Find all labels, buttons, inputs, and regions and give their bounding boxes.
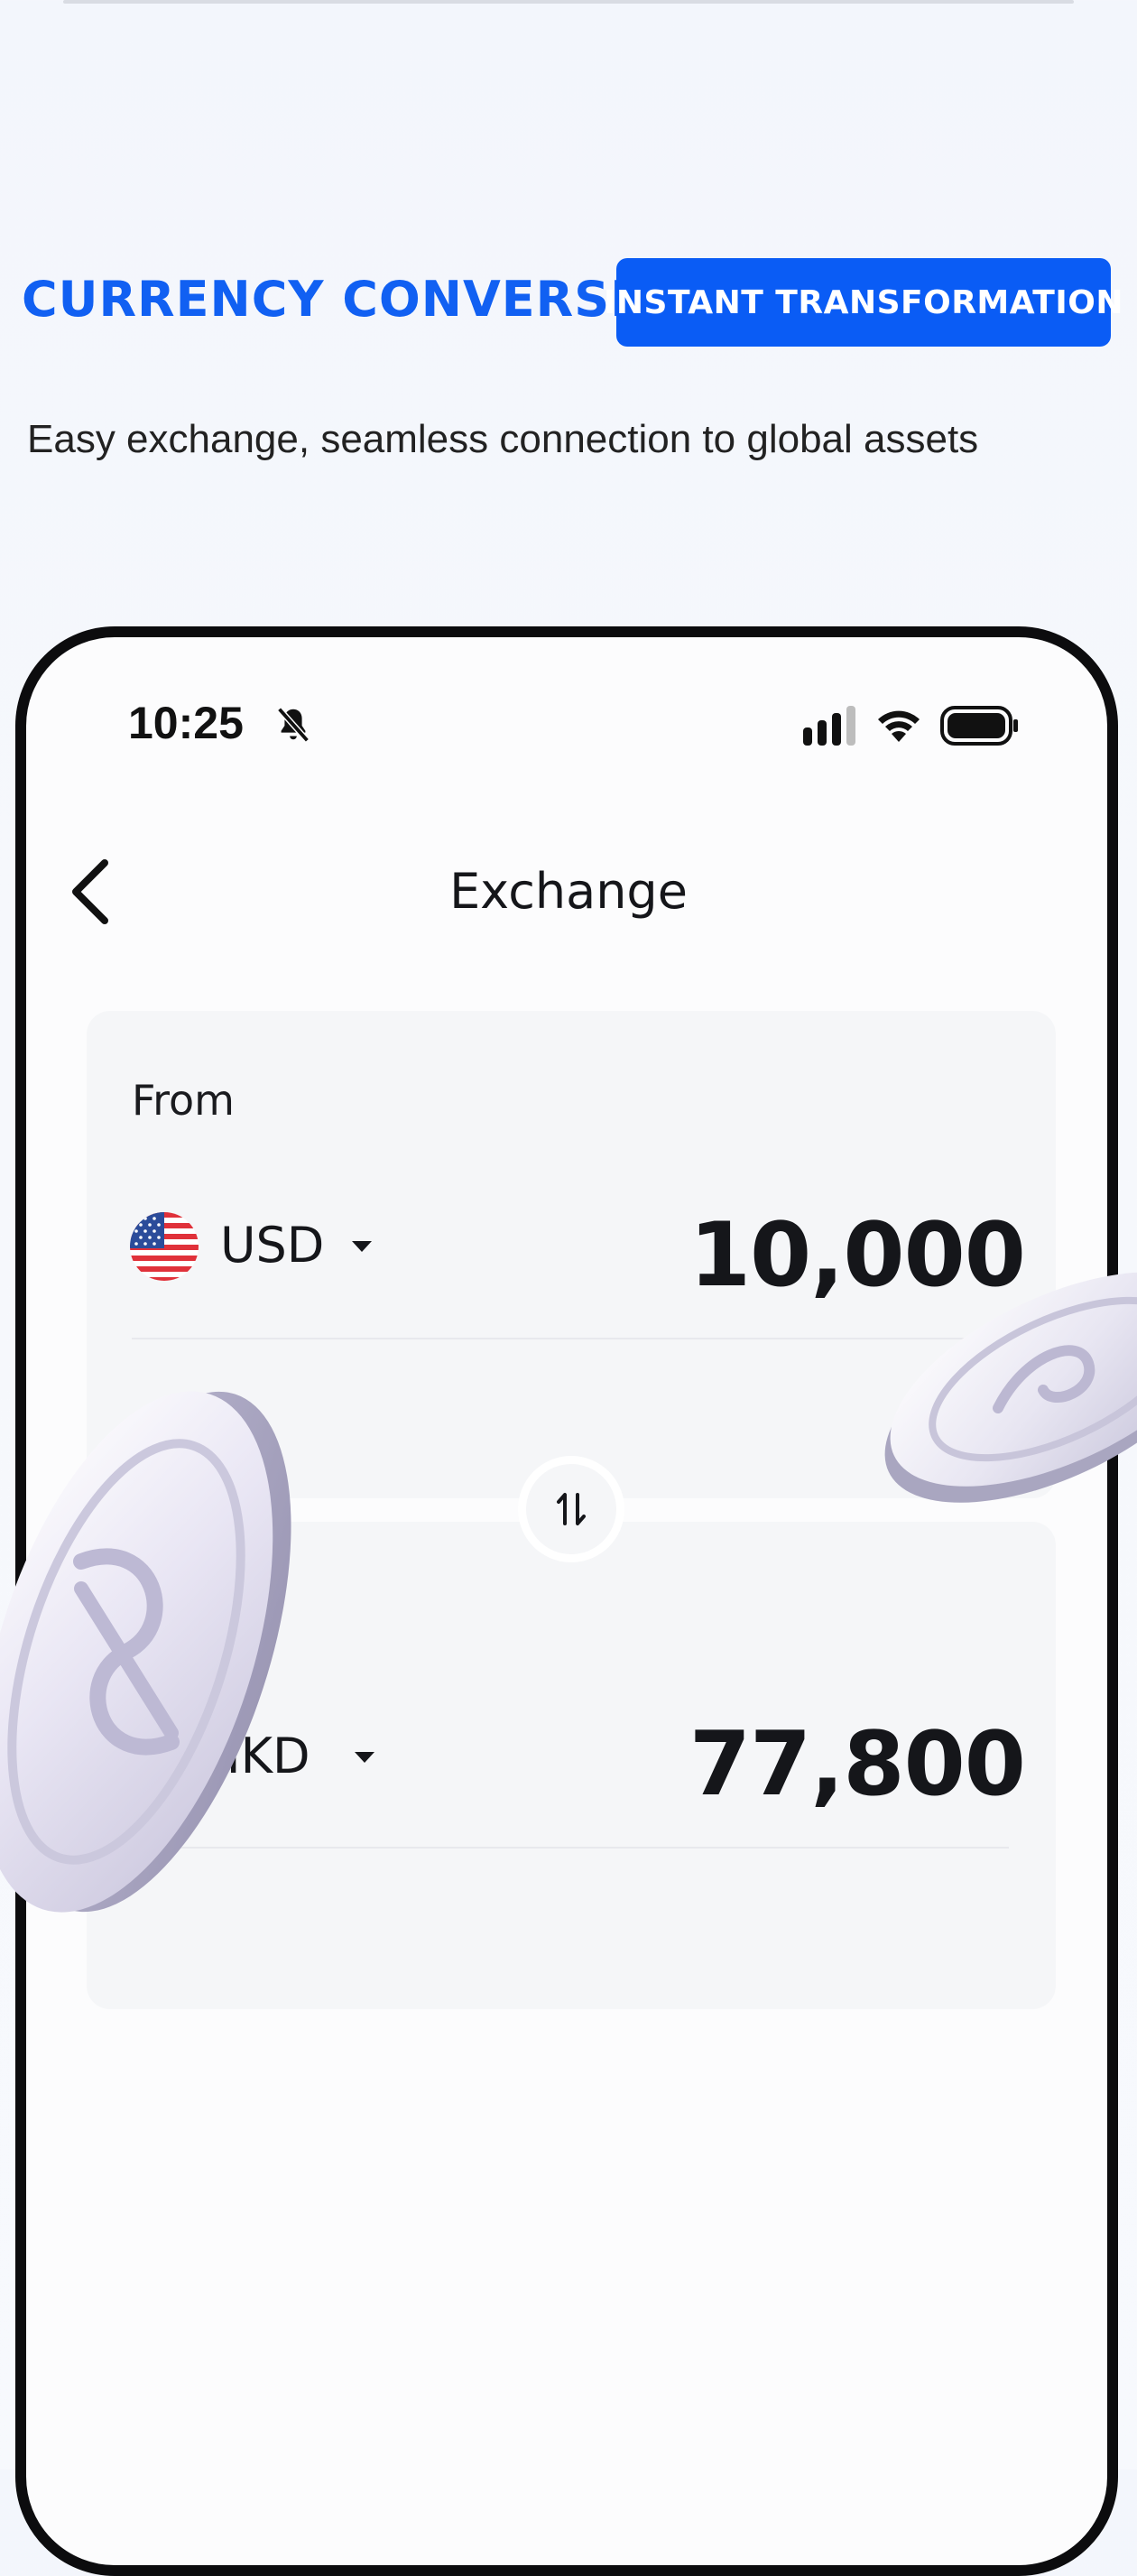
bell-muted-icon [277, 707, 310, 743]
signal-icon [803, 706, 855, 746]
swap-button[interactable] [518, 1456, 624, 1562]
wifi-icon [878, 710, 920, 742]
battery-icon [940, 706, 1018, 746]
from-label: From [132, 1076, 235, 1125]
subtitle: Easy exchange, seamless connection to gl… [27, 417, 979, 461]
page-title: Exchange [449, 863, 688, 920]
caret-down-icon[interactable] [350, 1238, 374, 1255]
from-currency-select[interactable]: USD [220, 1217, 324, 1274]
us-flag-icon [130, 1212, 199, 1281]
coin-icon [0, 1391, 291, 1913]
status-time: 10:25 [128, 698, 244, 748]
to-amount-input[interactable]: 77,800 [689, 1713, 1026, 1816]
swap-icon [557, 1493, 586, 1525]
badge: INSTANT TRANSFORMATION [604, 258, 1123, 347]
caret-down-icon[interactable] [353, 1749, 376, 1765]
top-divider [63, 0, 1074, 4]
coin-icon [884, 1272, 1137, 1503]
